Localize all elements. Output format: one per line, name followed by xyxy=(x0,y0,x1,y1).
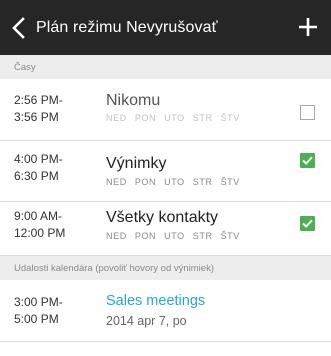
day-label: STR xyxy=(192,113,213,123)
start-time: 2:56 PM- xyxy=(14,93,63,107)
day-label: NED xyxy=(106,177,127,187)
day-label: NED xyxy=(106,113,127,123)
time-range: 9:00 AM- 12:00 PM xyxy=(14,208,65,242)
day-label: ŠTV xyxy=(220,231,240,241)
end-time: 3:56 PM xyxy=(14,110,59,124)
days-list: NED PON UTO STR ŠTV xyxy=(106,231,248,241)
day-label: ŠTV xyxy=(220,177,240,187)
check-icon xyxy=(302,156,313,165)
end-time: 6:30 PM xyxy=(14,169,59,183)
days-list: NED PON UTO STR ŠTV xyxy=(106,113,248,123)
check-icon xyxy=(302,219,313,228)
add-button[interactable] xyxy=(291,10,325,44)
schedule-row[interactable]: 2:56 PM- 3:56 PM Nikomu NED PON UTO STR ŠTV xyxy=(0,79,331,141)
end-time: 12:00 PM xyxy=(14,226,66,240)
enable-checkbox[interactable] xyxy=(300,216,315,231)
schedule-name: Všetky kontakty xyxy=(106,209,219,226)
start-time: 9:00 AM- xyxy=(14,209,63,223)
section-header-calendar: Udalosti kalendára (povoliť hovory od vý… xyxy=(0,256,331,280)
days-list: NED PON UTO STR ŠTV xyxy=(106,177,248,187)
schedule-row[interactable]: 9:00 AM- 12:00 PM Všetky kontakty NED PON… xyxy=(0,202,331,256)
enable-checkbox[interactable] xyxy=(300,153,315,168)
day-label: PON xyxy=(134,177,157,187)
day-label: NED xyxy=(106,231,127,241)
time-range: 2:56 PM- 3:56 PM xyxy=(14,92,63,126)
section-label: Udalosti kalendára (povoliť hovory od vý… xyxy=(14,262,214,274)
back-button[interactable] xyxy=(2,0,36,55)
event-row[interactable]: 3:00 PM- 5:00 PM Sales meetings 2014 apr… xyxy=(0,280,331,342)
day-label: PON xyxy=(134,231,157,241)
time-range: 3:00 PM- 5:00 PM xyxy=(14,294,63,328)
plus-icon xyxy=(299,18,317,36)
schedule-name: Výnimky xyxy=(106,155,167,172)
section-label: Časy xyxy=(14,61,36,73)
enable-checkbox[interactable] xyxy=(300,105,315,120)
page-title: Plán režimu Nevyrušovať xyxy=(36,18,218,36)
section-header-times: Časy xyxy=(0,55,331,79)
start-time: 4:00 PM- xyxy=(14,152,63,166)
app-header: Plán režimu Nevyrušovať xyxy=(0,0,331,55)
event-date: 2014 apr 7, po xyxy=(106,314,187,328)
day-label: ŠTV xyxy=(220,113,240,123)
schedule-name: Nikomu xyxy=(106,92,161,109)
chevron-left-icon xyxy=(12,16,25,39)
end-time: 5:00 PM xyxy=(14,312,59,326)
day-label: UTO xyxy=(164,231,185,241)
schedule-row[interactable]: 4:00 PM- 6:30 PM Výnimky NED PON UTO STR ŠTV xyxy=(0,141,331,202)
day-label: UTO xyxy=(164,113,185,123)
day-label: UTO xyxy=(164,177,185,187)
event-title: Sales meetings xyxy=(106,293,206,309)
day-label: PON xyxy=(134,113,157,123)
day-label: STR xyxy=(192,177,213,187)
day-label: STR xyxy=(192,231,213,241)
start-time: 3:00 PM- xyxy=(14,295,63,309)
time-range: 4:00 PM- 6:30 PM xyxy=(14,151,63,185)
